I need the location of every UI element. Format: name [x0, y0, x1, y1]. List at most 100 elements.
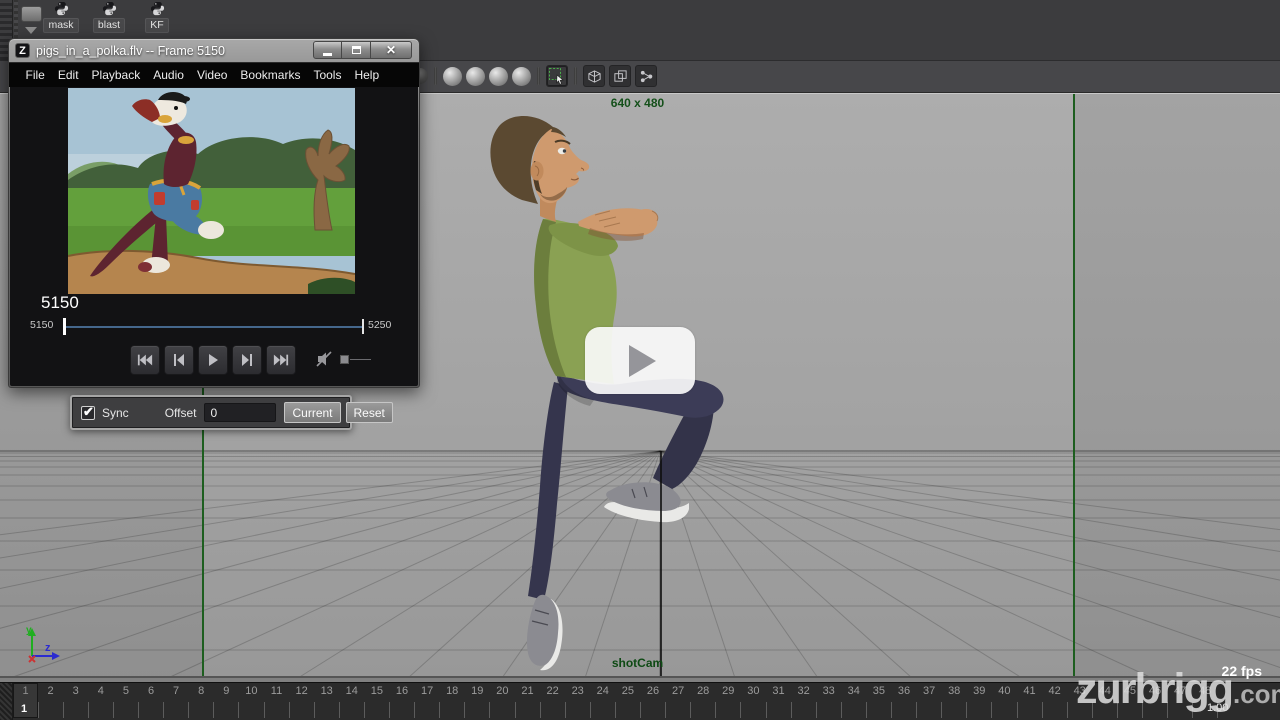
volume-slider-track[interactable] — [350, 359, 371, 360]
frame-tick — [1067, 702, 1068, 718]
close-button[interactable]: ✕ — [371, 41, 412, 59]
sync-checkbox[interactable]: ✔ — [81, 406, 95, 420]
axis-gizmo-icon: z y — [18, 624, 64, 666]
shelf-button-label: KF — [145, 18, 168, 33]
mute-icon[interactable] — [316, 351, 334, 367]
frame-number: 30 — [740, 685, 766, 697]
shelf-button-KF[interactable]: KF — [138, 1, 176, 33]
resolution-gate-right — [1073, 94, 1075, 676]
play-button[interactable] — [198, 345, 228, 375]
frame-tick — [615, 702, 616, 718]
offset-input[interactable] — [204, 403, 276, 422]
frame-slider[interactable] — [64, 326, 364, 328]
panel-toolbar-icons — [412, 65, 657, 87]
slider-playhead[interactable] — [63, 318, 66, 335]
range-start-label: 5150 — [30, 319, 53, 331]
shelf-menu-arrow-icon[interactable] — [25, 27, 37, 34]
frame-number: 37 — [916, 685, 942, 697]
frame-tick — [213, 702, 214, 718]
timeline-playhead[interactable]: 1 — [13, 683, 38, 718]
toolbar-separator — [537, 67, 540, 85]
frame-number: 41 — [1017, 685, 1043, 697]
frame-number: 31 — [766, 685, 792, 697]
shelf-button-mask[interactable]: mask — [42, 1, 80, 33]
frame-number: 29 — [715, 685, 741, 697]
axis-y-label: y — [26, 625, 32, 636]
frame-number: 36 — [891, 685, 917, 697]
frame-number: 40 — [991, 685, 1017, 697]
menu-edit[interactable]: Edit — [51, 68, 85, 82]
frame-tick — [464, 702, 465, 718]
reset-button[interactable]: Reset — [346, 402, 393, 423]
frame-number: 23 — [565, 685, 591, 697]
multi-pane-icon[interactable] — [609, 65, 631, 87]
menu-playback[interactable]: Playback — [85, 68, 147, 82]
time-slider[interactable]: 1234567891011121314151617181920212223242… — [0, 682, 1280, 720]
menu-bookmarks[interactable]: Bookmarks — [234, 68, 307, 82]
window-controls: ✕ — [313, 41, 412, 59]
timeline-grip — [0, 683, 13, 720]
isolate-cube-icon[interactable] — [583, 65, 605, 87]
frame-tick — [791, 702, 792, 718]
python-icon — [102, 1, 117, 18]
player-window[interactable]: Z pigs_in_a_polka.flv -- Frame 5150 ✕ Fi… — [8, 38, 420, 388]
frame-tick — [640, 702, 641, 718]
frame-tick — [816, 702, 817, 718]
frame-tick — [941, 702, 942, 718]
frame-tick — [515, 702, 516, 718]
frame-tick — [264, 702, 265, 718]
timeline-ruler[interactable]: 1234567891011121314151617181920212223242… — [13, 683, 1223, 720]
frame-number: 11 — [264, 685, 290, 697]
frame-tick — [740, 702, 741, 718]
frame-number: 34 — [841, 685, 867, 697]
frame-number: 35 — [866, 685, 892, 697]
frame-tick — [364, 702, 365, 718]
frame-tick — [163, 702, 164, 718]
frame-tick — [339, 702, 340, 718]
frame-number: 42 — [1042, 685, 1068, 697]
lit-sphere-icon[interactable] — [512, 67, 531, 86]
step-forward-button[interactable] — [232, 345, 262, 375]
youtube-play-button[interactable] — [585, 327, 695, 394]
minimize-button[interactable] — [313, 41, 342, 59]
frame-tick — [188, 702, 189, 718]
volume-slider-handle[interactable] — [340, 355, 349, 364]
frame-tick — [1042, 702, 1043, 718]
frame-number: 20 — [489, 685, 515, 697]
step-back-button[interactable] — [164, 345, 194, 375]
go-to-start-button[interactable] — [130, 345, 160, 375]
frame-number: 7 — [163, 685, 189, 697]
frame-number: 46 — [1142, 685, 1168, 697]
connections-icon[interactable] — [635, 65, 657, 87]
frame-number: 38 — [941, 685, 967, 697]
maximize-icon — [352, 46, 361, 54]
frame-number: 45 — [1117, 685, 1143, 697]
window-title: pigs_in_a_polka.flv -- Frame 5150 — [36, 44, 225, 58]
menu-tools[interactable]: Tools — [307, 68, 348, 82]
playback-rate: 1.00 — [1207, 702, 1228, 714]
python-icon — [150, 1, 165, 18]
menu-help[interactable]: Help — [348, 68, 386, 82]
smooth-shade-sphere-icon[interactable] — [443, 67, 462, 86]
menu-video[interactable]: Video — [190, 68, 233, 82]
maximize-button[interactable] — [342, 41, 371, 59]
shelf-tab-button[interactable] — [21, 6, 42, 22]
menu-file[interactable]: File — [19, 68, 51, 82]
shelf-button-label: mask — [43, 18, 78, 33]
menu-audio[interactable]: Audio — [147, 68, 191, 82]
offset-label: Offset — [165, 406, 197, 420]
textured-sphere-icon[interactable] — [489, 67, 508, 86]
frame-number: 3 — [63, 685, 89, 697]
frame-number: 8 — [188, 685, 214, 697]
frame-number: 22 — [540, 685, 566, 697]
frame-tick — [1017, 702, 1018, 718]
shelf-button-blast[interactable]: blast — [90, 1, 128, 33]
video-display[interactable] — [68, 88, 355, 294]
axis-z-label: z — [45, 642, 51, 654]
current-button[interactable]: Current — [284, 402, 340, 423]
go-to-end-button[interactable] — [266, 345, 296, 375]
frame-tick — [1192, 702, 1193, 718]
select-object-tool-active-icon[interactable] — [546, 65, 568, 87]
frame-tick — [690, 702, 691, 718]
flat-shade-sphere-icon[interactable] — [466, 67, 485, 86]
